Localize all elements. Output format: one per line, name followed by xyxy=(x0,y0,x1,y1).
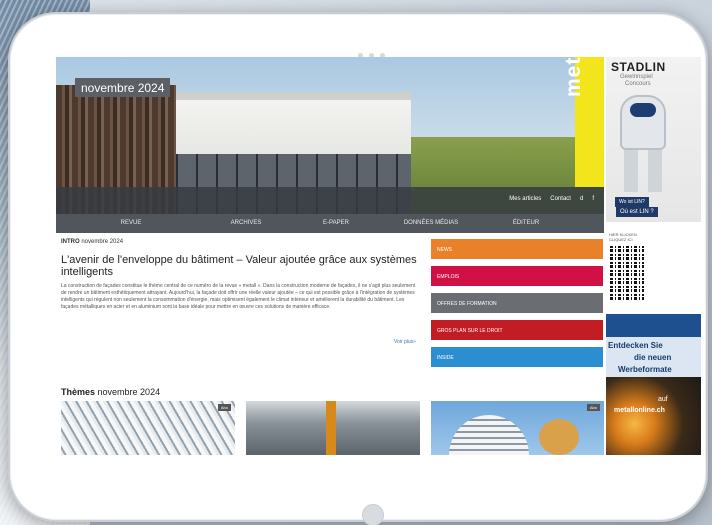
hero-toolbar: Mes articles Contact d f xyxy=(56,187,604,214)
ad-line: Entdecken Sie xyxy=(608,341,663,350)
nav-item-revue[interactable]: REVUE xyxy=(56,214,206,233)
intro-article: INTRO novembre 2024 L'avenir de l'envelo… xyxy=(61,239,419,345)
intro-kicker: INTRO novembre 2024 xyxy=(61,239,419,245)
language-d-link[interactable]: d xyxy=(580,196,583,202)
crane-beam xyxy=(326,401,336,455)
side-button-label: EMPLOIS xyxy=(437,274,460,280)
ad-subtitle: Gewinnspiel xyxy=(620,74,653,80)
side-button-law[interactable]: GROS PLAN SUR LE DROIT xyxy=(431,320,603,340)
side-button-label: GROS PLAN SUR LE DROIT xyxy=(437,328,503,334)
ad-subtitle: Concours xyxy=(625,81,651,87)
ad-column: STADLIN Gewinnspiel Concours Wo ist LIN?… xyxy=(604,57,701,455)
nav-item-archives[interactable]: ARCHIVES xyxy=(206,214,286,233)
nav-item-epaper[interactable]: E-PAPER xyxy=(286,214,386,233)
site-logo[interactable]: metall xyxy=(562,57,585,97)
ad-line: die neuen xyxy=(634,353,672,362)
theme-card-workshop[interactable] xyxy=(246,401,420,455)
robot-visor xyxy=(630,103,656,117)
stadlin-ad[interactable]: STADLIN Gewinnspiel Concours Wo ist LIN?… xyxy=(606,57,701,222)
read-more-link[interactable]: Voir plus» xyxy=(394,339,416,345)
side-button-news[interactable]: NEWS xyxy=(431,239,603,259)
intro-kicker-bold: INTRO xyxy=(61,239,80,245)
side-button-label: INSIDE xyxy=(437,355,454,361)
home-button[interactable] xyxy=(362,504,384,525)
language-f-link[interactable]: f xyxy=(592,196,594,202)
qr-caption: HIER KLICKEN CLIQUEZ ICI xyxy=(609,232,637,242)
formats-ad[interactable]: Entdecken Sie die neuen Werbeformate auf… xyxy=(606,314,701,455)
themes-heading-bold: Thèmes xyxy=(61,387,96,397)
theme-card-building[interactable]: Abo xyxy=(431,401,604,455)
side-button-inside[interactable]: INSIDE xyxy=(431,347,603,367)
side-button-label: OFFRES DE FORMATION xyxy=(437,301,497,307)
theme-card-facade[interactable]: Abo xyxy=(61,401,235,455)
abo-badge: Abo xyxy=(586,404,600,411)
ad-photo xyxy=(606,377,701,455)
robot-legs xyxy=(624,150,662,192)
main-nav: REVUE ARCHIVES E-PAPER DONNÉES MÉDIAS ÉD… xyxy=(56,214,604,233)
ad-line: Werbeformate xyxy=(618,365,672,374)
side-button-label: NEWS xyxy=(437,247,452,253)
round-building xyxy=(449,415,529,455)
side-button-training[interactable]: OFFRES DE FORMATION xyxy=(431,293,603,313)
side-button-jobs[interactable]: EMPLOIS xyxy=(431,266,603,286)
nav-item-editor[interactable]: ÉDITEUR xyxy=(476,214,576,233)
autumn-tree xyxy=(539,419,579,455)
themes-heading: Thèmes novembre 2024 xyxy=(61,387,160,397)
ad-brand: STADLIN xyxy=(611,60,666,74)
main-column: novembre 2024 metall Mes articles Contac… xyxy=(56,57,604,455)
themes-heading-date: novembre 2024 xyxy=(97,387,161,397)
nav-item-media-data[interactable]: DONNÉES MÉDIAS xyxy=(386,214,476,233)
issue-label: novembre 2024 xyxy=(75,78,171,97)
hero-banner: novembre 2024 metall Mes articles Contac… xyxy=(56,57,604,214)
abo-badge: Abo xyxy=(217,404,231,411)
contact-link[interactable]: Contact xyxy=(550,196,571,202)
building-roof xyxy=(176,92,411,100)
intro-body: La construction de façades constitue le … xyxy=(61,283,416,310)
ad-line: metallonline.ch xyxy=(614,407,665,414)
intro-title[interactable]: L'avenir de l'enveloppe du bâtiment – Va… xyxy=(61,254,419,278)
my-articles-link[interactable]: Mes articles xyxy=(509,196,541,202)
ad-line: auf xyxy=(658,396,668,403)
tablet-screen: novembre 2024 metall Mes articles Contac… xyxy=(56,57,701,455)
ad-tag: Où est LIN ? xyxy=(616,207,658,217)
ad-tag: Wo ist LIN? xyxy=(615,197,649,207)
qr-code-icon[interactable] xyxy=(610,244,644,300)
intro-kicker-date: novembre 2024 xyxy=(81,239,124,245)
